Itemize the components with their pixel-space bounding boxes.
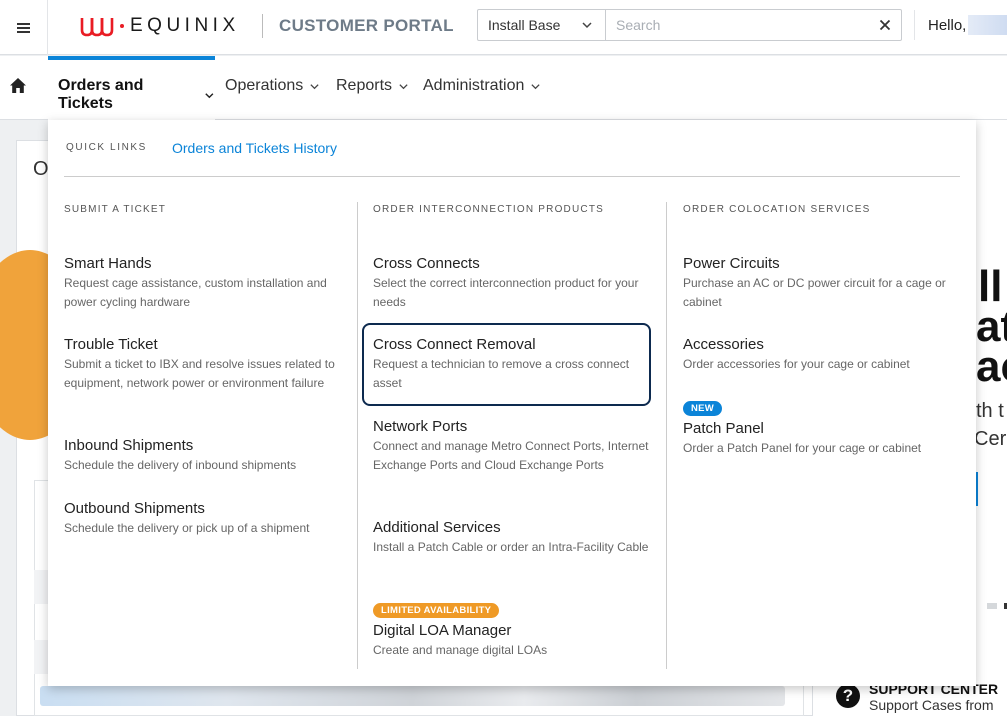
- search-scope-value: Install Base: [488, 17, 561, 33]
- menu-item-title: Smart Hands: [64, 255, 152, 272]
- column-divider: [666, 202, 667, 669]
- help-icon: ?: [836, 684, 860, 708]
- support-subtitle: Support Cases from: [869, 697, 994, 713]
- menu-item-patch-panel[interactable]: NEW Patch Panel Order a Patch Panel for …: [683, 398, 967, 458]
- menu-divider: [64, 176, 960, 177]
- banner-text-fragment: th t: [976, 400, 1004, 422]
- menu-item-desc: Purchase an AC or DC power circuit for a…: [683, 276, 946, 309]
- menu-item-outbound-shipments[interactable]: Outbound Shipments Schedule the delivery…: [64, 500, 348, 538]
- user-name-redacted[interactable]: [968, 15, 1007, 35]
- menu-item-trouble-ticket[interactable]: Trouble Ticket Submit a ticket to IBX an…: [64, 336, 348, 393]
- menu-item-title: Outbound Shipments: [64, 500, 205, 517]
- column-divider: [357, 202, 358, 669]
- menu-item-title: Cross Connect Removal: [373, 336, 536, 353]
- close-icon: [879, 19, 891, 31]
- quick-links-label: QUICK LINKS: [66, 142, 147, 153]
- chevron-down-icon: [582, 22, 592, 29]
- menu-item-desc: Order a Patch Panel for your cage or cab…: [683, 441, 922, 455]
- limited-availability-badge: LIMITED AVAILABILITY: [373, 603, 500, 618]
- search-bar: Install Base: [477, 9, 902, 41]
- blurred-row: [40, 686, 785, 706]
- menu-item-accessories[interactable]: Accessories Order accessories for your c…: [683, 336, 967, 374]
- orders-and-tickets-dropdown: QUICK LINKS Orders and Tickets History S…: [48, 120, 976, 686]
- menu-item-inbound-shipments[interactable]: Inbound Shipments Schedule the delivery …: [64, 437, 348, 475]
- nav-label: Reports: [336, 77, 393, 94]
- menu-item-desc: Install a Patch Cable or order an Intra-…: [373, 540, 649, 554]
- search-input[interactable]: [606, 10, 869, 40]
- menu-item-title: Inbound Shipments: [64, 437, 194, 454]
- menu-item-additional-services[interactable]: Additional Services Install a Patch Cabl…: [373, 519, 657, 557]
- menu-item-title: Trouble Ticket: [64, 336, 158, 353]
- search-scope-select[interactable]: Install Base: [478, 10, 606, 40]
- banner-text-fragment: ac: [976, 342, 1007, 391]
- equinix-logo[interactable]: EQUINIX: [80, 13, 240, 39]
- menu-item-desc: Submit a ticket to IBX and resolve issue…: [64, 357, 335, 390]
- column-heading-colocation: ORDER COLOCATION SERVICES: [683, 204, 871, 215]
- top-bar: EQUINIX CUSTOMER PORTAL Install Base Hel…: [0, 0, 1007, 55]
- main-nav: Orders and Tickets Operations Reports Ad…: [0, 56, 1007, 120]
- chevron-down-icon: [531, 83, 540, 89]
- nav-reports[interactable]: Reports: [336, 77, 409, 95]
- page-heading-fragment: O: [33, 158, 49, 180]
- nav-label: Administration: [423, 77, 525, 94]
- menu-item-title: Cross Connects: [373, 255, 480, 272]
- column-heading-interconnection: ORDER INTERCONNECTION PRODUCTS: [373, 204, 605, 215]
- menu-item-title: Accessories: [683, 336, 764, 353]
- home-icon[interactable]: [10, 78, 26, 93]
- menu-item-desc: Order accessories for your cage or cabin…: [683, 357, 910, 371]
- menu-item-title: Digital LOA Manager: [373, 622, 512, 639]
- brand-name: EQUINIX: [130, 15, 240, 36]
- quick-link-orders-history[interactable]: Orders and Tickets History: [172, 140, 337, 156]
- menu-item-smart-hands[interactable]: Smart Hands Request cage assistance, cus…: [64, 255, 348, 312]
- nav-orders-and-tickets[interactable]: Orders and Tickets: [48, 56, 215, 120]
- menu-item-title: Patch Panel: [683, 420, 764, 437]
- chevron-down-icon: [399, 83, 408, 89]
- menu-item-desc: Request cage assistance, custom installa…: [64, 276, 327, 309]
- menu-item-title: Additional Services: [373, 519, 501, 536]
- carousel-dot[interactable]: [987, 603, 997, 609]
- menu-item-desc: Create and manage digital LOAs: [373, 643, 548, 657]
- menu-item-desc: Request a technician to remove a cross c…: [373, 357, 630, 390]
- banner-text-fragment: Cer: [974, 428, 1007, 450]
- menu-item-desc: Select the correct interconnection produ…: [373, 276, 639, 309]
- header-divider: [262, 14, 263, 38]
- menu-item-network-ports[interactable]: Network Ports Connect and manage Metro C…: [373, 418, 657, 475]
- chevron-down-icon: [310, 83, 319, 89]
- nav-administration[interactable]: Administration: [423, 77, 541, 95]
- menu-item-cross-connects[interactable]: Cross Connects Select the correct interc…: [373, 255, 657, 312]
- menu-item-cross-connect-removal[interactable]: Cross Connect Removal Request a technici…: [373, 336, 657, 393]
- user-greeting[interactable]: Hello,: [928, 17, 966, 34]
- portal-title: CUSTOMER PORTAL: [279, 16, 454, 35]
- chevron-down-icon: [205, 92, 214, 98]
- column-heading-submit-ticket: SUBMIT A TICKET: [64, 204, 167, 215]
- menu-item-desc: Schedule the delivery or pick up of a sh…: [64, 521, 310, 535]
- hamburger-menu-button[interactable]: [0, 0, 48, 55]
- nav-label: Orders and Tickets: [58, 77, 144, 112]
- menu-item-digital-loa-manager[interactable]: LIMITED AVAILABILITY Digital LOA Manager…: [373, 600, 657, 660]
- greeting-divider: [914, 10, 915, 40]
- nav-label: Operations: [225, 77, 304, 94]
- clear-search-button[interactable]: [869, 10, 901, 40]
- hamburger-icon: [17, 26, 30, 29]
- nav-operations[interactable]: Operations: [225, 77, 320, 95]
- equinix-mark-icon: [80, 18, 114, 37]
- menu-item-desc: Connect and manage Metro Connect Ports, …: [373, 439, 649, 472]
- menu-item-power-circuits[interactable]: Power Circuits Purchase an AC or DC powe…: [683, 255, 967, 312]
- menu-item-desc: Schedule the delivery of inbound shipmen…: [64, 458, 297, 472]
- menu-item-title: Power Circuits: [683, 255, 780, 272]
- menu-item-title: Network Ports: [373, 418, 468, 435]
- logo-dot: [120, 24, 124, 28]
- new-badge: NEW: [683, 401, 723, 416]
